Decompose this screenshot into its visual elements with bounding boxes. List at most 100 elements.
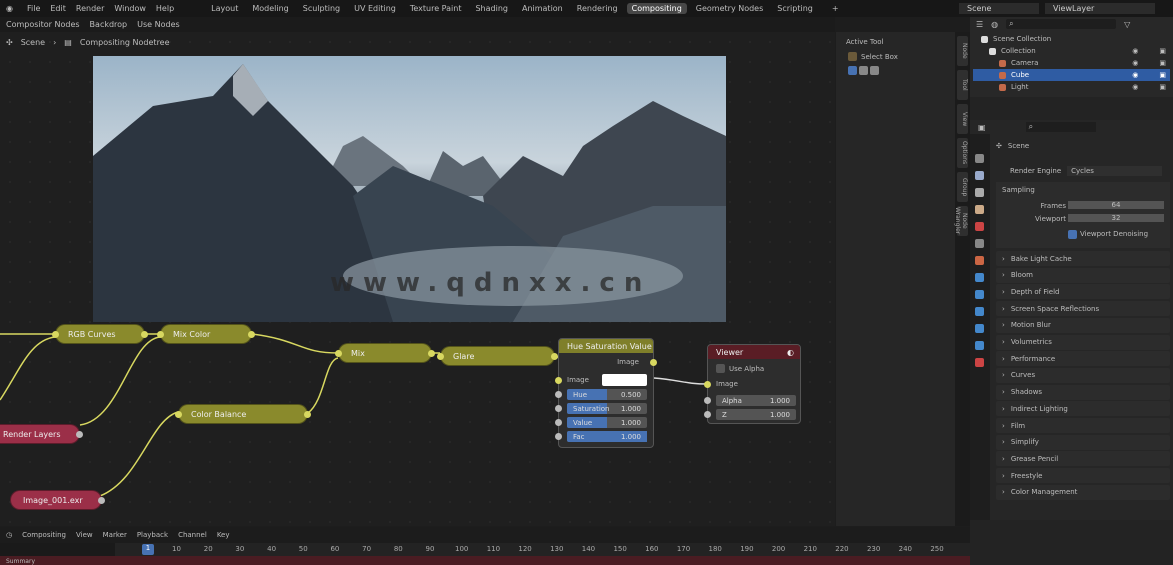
viewport-field[interactable]: 32 <box>1068 214 1164 222</box>
hsv-field[interactable]: Saturation 1.000 <box>567 403 647 414</box>
node[interactable]: Image_001.exr <box>10 490 105 510</box>
sampling-header[interactable]: Sampling <box>996 182 1170 198</box>
timeline-menu[interactable]: Marker <box>103 531 127 539</box>
output-socket[interactable] <box>141 331 148 338</box>
outliner-row[interactable]: Camera ◉ ▣ <box>973 57 1170 69</box>
denoise-checkbox[interactable] <box>1068 230 1077 239</box>
node[interactable]: Mix Color <box>157 324 255 344</box>
node[interactable]: Color Balance <box>175 404 311 424</box>
display-mode-icon[interactable]: ☰ <box>976 20 983 29</box>
properties-panel[interactable]: › Motion Blur <box>996 317 1170 333</box>
outliner-row[interactable]: Cube ◉ ▣ <box>973 69 1170 81</box>
properties-panel[interactable]: › Performance <box>996 351 1170 367</box>
output-socket[interactable] <box>76 431 83 438</box>
node[interactable]: Render Layers <box>0 424 83 444</box>
properties-panel[interactable]: › Color Management <box>996 484 1170 500</box>
viewer-node[interactable]: Viewer ◐ Use Alpha Image Alpha 1.000 Z 1.00… <box>704 344 801 424</box>
hsv-field[interactable]: Value 1.000 <box>567 417 647 428</box>
viewer-field[interactable]: Z 1.000 <box>716 409 796 420</box>
eye-icon[interactable]: ◉ <box>1132 59 1138 67</box>
properties-tab-icon[interactable] <box>975 324 984 333</box>
node[interactable]: Glare <box>437 346 558 366</box>
properties-panel[interactable]: › Depth of Field <box>996 284 1170 300</box>
output-socket[interactable] <box>248 331 255 338</box>
input-socket[interactable] <box>555 433 562 440</box>
properties-panel[interactable]: › Shadows <box>996 384 1170 400</box>
node-title[interactable]: Hue Saturation Value <box>559 339 653 353</box>
properties-tab-icon[interactable] <box>975 273 984 282</box>
properties-tab-icon[interactable] <box>975 205 984 214</box>
input-socket[interactable] <box>52 331 59 338</box>
view-layer-selector[interactable]: ViewLayer <box>1045 3 1155 14</box>
outliner-row[interactable]: Scene Collection <box>973 33 1170 45</box>
properties-search[interactable]: ⌕ <box>1025 122 1096 132</box>
sidebar-tab[interactable]: View <box>957 104 968 134</box>
properties-tab-icon[interactable] <box>975 256 984 265</box>
sidebar-tab[interactable]: Tool <box>957 70 968 100</box>
hsv-field[interactable]: Fac 1.000 <box>567 431 647 442</box>
properties-panel[interactable]: › Indirect Lighting <box>996 401 1170 417</box>
node[interactable]: RGB Curves <box>52 324 148 344</box>
camera-icon[interactable]: ▣ <box>1159 59 1166 67</box>
node-title[interactable]: Viewer <box>716 348 743 357</box>
frames-field[interactable]: 64 <box>1068 201 1164 209</box>
output-socket[interactable] <box>304 411 311 418</box>
playhead[interactable]: 1 <box>142 544 154 555</box>
properties-tab-icon[interactable] <box>975 358 984 367</box>
input-socket[interactable] <box>555 391 562 398</box>
properties-panel[interactable]: › Freestyle <box>996 468 1170 484</box>
funnel-icon[interactable]: ▽ <box>1124 20 1130 29</box>
sidebar-tab[interactable]: Node Wrangler <box>954 206 968 236</box>
color-swatch[interactable] <box>602 374 647 386</box>
timeline-menu[interactable]: Playback <box>137 531 168 539</box>
properties-tab-icon[interactable] <box>975 290 984 299</box>
sidebar-tab[interactable]: Group <box>957 172 968 202</box>
camera-icon[interactable]: ▣ <box>1159 47 1166 55</box>
input-socket[interactable] <box>555 419 562 426</box>
properties-tab-icon[interactable] <box>975 239 984 248</box>
output-socket[interactable] <box>551 353 558 360</box>
input-socket[interactable] <box>437 353 444 360</box>
properties-tab-icon[interactable] <box>975 307 984 316</box>
timeline-mode-dropdown[interactable]: Compositing <box>22 531 66 539</box>
input-socket[interactable] <box>175 411 182 418</box>
properties-panel[interactable]: › Grease Pencil <box>996 451 1170 467</box>
node[interactable]: Mix <box>335 343 435 363</box>
hsv-field[interactable]: Hue 0.500 <box>567 389 647 400</box>
eye-icon[interactable]: ◉ <box>1132 47 1138 55</box>
sidebar-tab[interactable]: Node <box>957 36 968 66</box>
frame-ruler[interactable]: 1 10 20 30 40 50 60 70 80 90 100 110 120 130 140 150 16… <box>0 543 970 556</box>
outliner-row[interactable]: Collection ◉ ▣ <box>973 45 1170 57</box>
output-socket[interactable] <box>428 350 435 357</box>
mode-extend-icon[interactable] <box>859 66 868 75</box>
viewer-toggle-icon[interactable]: ◐ <box>787 348 794 357</box>
input-socket[interactable] <box>704 411 711 418</box>
viewer-field[interactable]: Alpha 1.000 <box>716 395 796 406</box>
mode-new-icon[interactable] <box>848 66 857 75</box>
sidebar-tab[interactable]: Options <box>957 138 968 168</box>
properties-panel[interactable]: › Film <box>996 418 1170 433</box>
properties-panel[interactable]: › Bake Light Cache <box>996 251 1170 266</box>
editor-type-icon[interactable]: ◷ <box>6 531 12 539</box>
output-socket[interactable] <box>650 359 657 366</box>
channel-search[interactable] <box>0 543 115 556</box>
scene-selector[interactable]: Scene <box>959 3 1039 14</box>
filter-icon[interactable]: ◍ <box>991 20 998 29</box>
timeline-menu[interactable]: Channel <box>178 531 207 539</box>
output-socket[interactable] <box>98 497 105 504</box>
image-input-socket[interactable] <box>704 381 711 388</box>
active-tool-header[interactable]: Active Tool <box>836 32 955 52</box>
properties-panel[interactable]: › Screen Space Reflections <box>996 301 1170 317</box>
timeline-menu[interactable]: View <box>76 531 93 539</box>
properties-panel[interactable]: › Bloom <box>996 267 1170 283</box>
render-engine-dropdown[interactable]: Cycles <box>1067 166 1163 176</box>
properties-tab-icon[interactable] <box>975 171 984 180</box>
input-socket[interactable] <box>157 331 164 338</box>
input-socket[interactable] <box>555 377 562 384</box>
properties-tab-icon[interactable] <box>975 222 984 231</box>
input-socket[interactable] <box>335 350 342 357</box>
camera-icon[interactable]: ▣ <box>1159 71 1166 79</box>
properties-panel[interactable]: › Volumetrics <box>996 334 1170 350</box>
outliner-row[interactable]: Light ◉ ▣ <box>973 81 1170 93</box>
mode-subtract-icon[interactable] <box>870 66 879 75</box>
